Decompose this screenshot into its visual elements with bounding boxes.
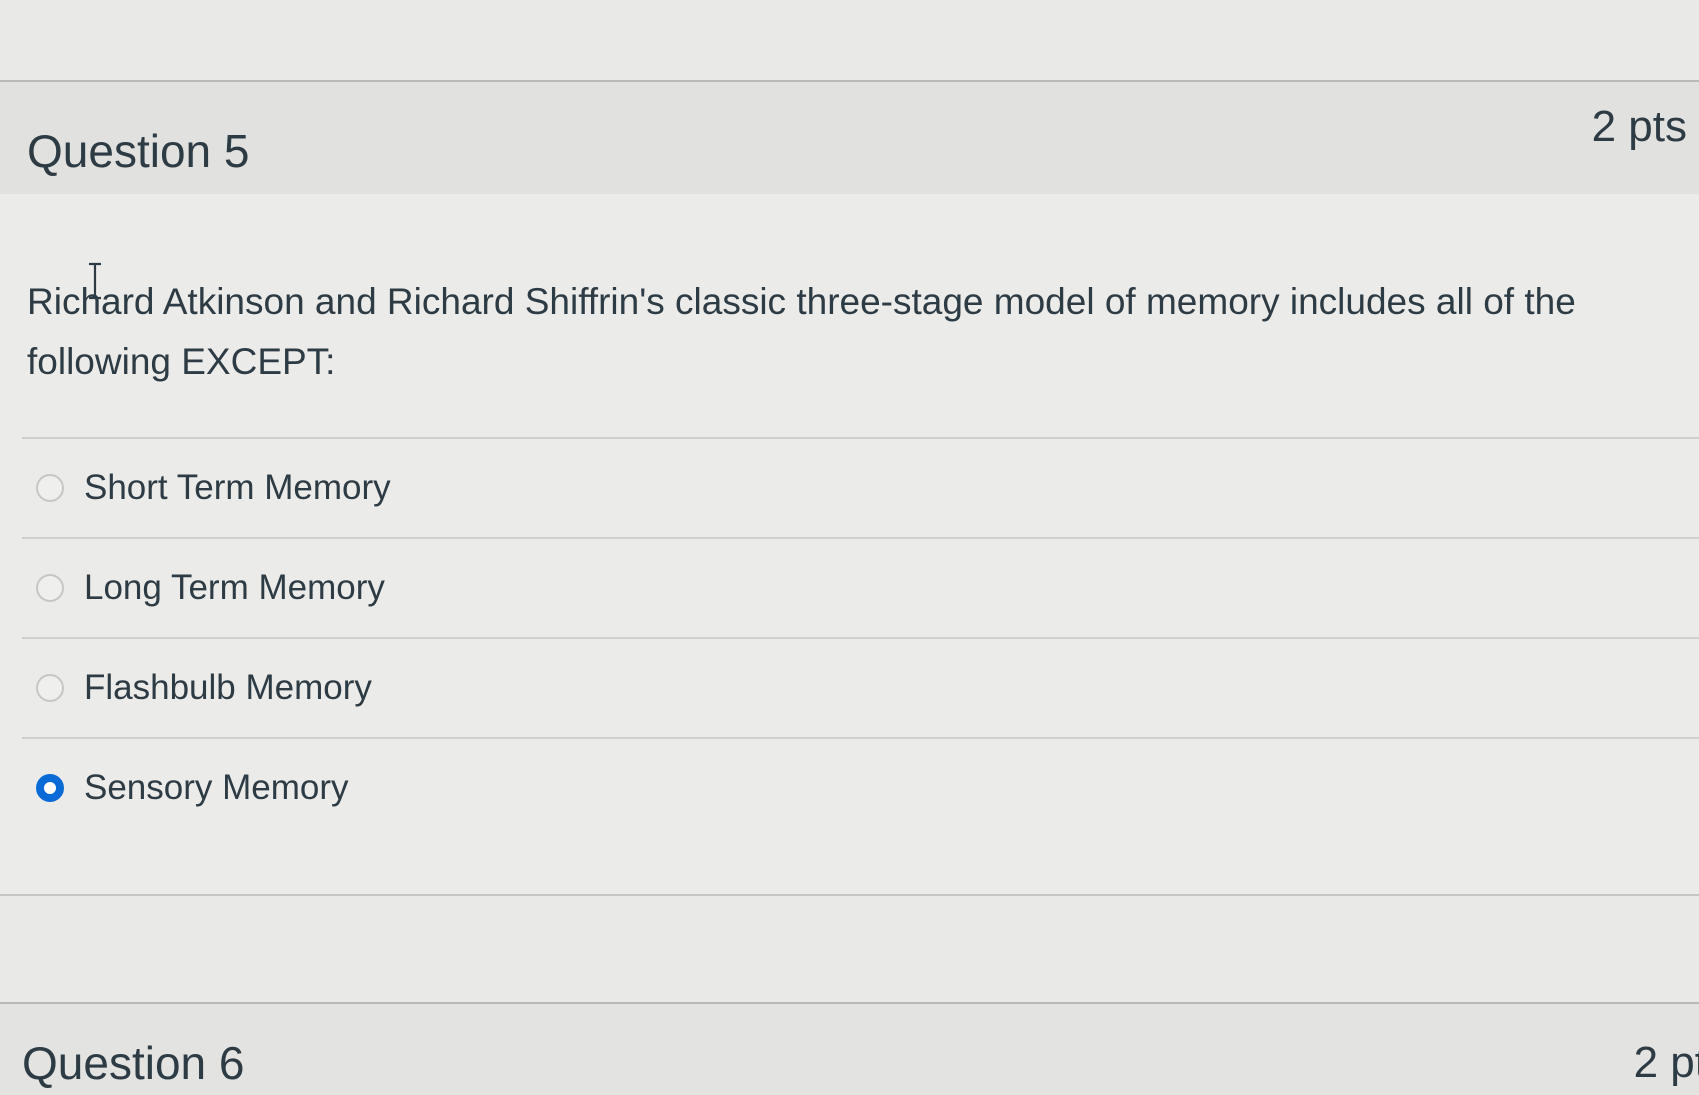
question-5-body: Richard Atkinson and Richard Shiffrin's … [0,194,1699,894]
answer-label[interactable]: Sensory Memory [84,768,349,808]
radio-button[interactable] [36,674,64,702]
question-6-header: Question 6 2 pt [0,1002,1699,1095]
text-cursor-icon [89,262,101,300]
answer-label[interactable]: Short Term Memory [84,468,391,508]
answer-label[interactable]: Long Term Memory [84,568,385,608]
answer-list: Short Term Memory Long Term Memory Flash… [22,437,1699,837]
radio-button-selected[interactable] [36,774,64,802]
radio-button[interactable] [36,574,64,602]
answer-option-flashbulb-memory[interactable]: Flashbulb Memory [22,639,1699,739]
question-6-points: 2 pt [1633,1038,1699,1087]
question-5-points: 2 pts [1591,102,1687,151]
answer-option-sensory-memory[interactable]: Sensory Memory [22,739,1699,837]
answer-option-long-term-memory[interactable]: Long Term Memory [22,539,1699,639]
answer-option-short-term-memory[interactable]: Short Term Memory [22,439,1699,539]
question-5-header: Question 5 2 pts [0,80,1699,196]
quiz-page: Question 5 2 pts Richard Atkinson and Ri… [0,0,1699,1095]
radio-button[interactable] [36,474,64,502]
question-5-title: Question 5 [27,125,250,177]
question-divider [0,894,1699,896]
question-5-text: Richard Atkinson and Richard Shiffrin's … [27,281,1576,382]
answer-label[interactable]: Flashbulb Memory [84,668,372,708]
question-6-title: Question 6 [22,1037,245,1089]
